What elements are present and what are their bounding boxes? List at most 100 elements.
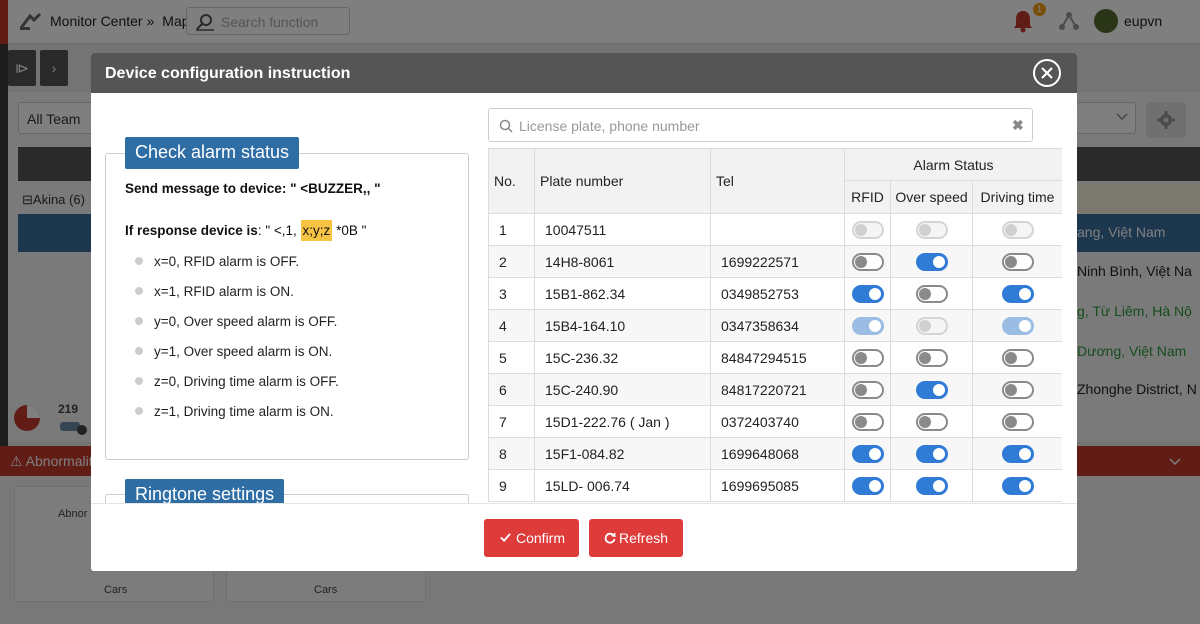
table-row[interactable]: 5 15C-236.32 84847294515 [488, 341, 1062, 374]
response-prefix: : " <,1, [257, 223, 297, 238]
cell-no: 8 [488, 437, 535, 470]
table-row[interactable]: 4 15B4-164.10 0347358634 [488, 309, 1062, 342]
cell-driving-time [972, 373, 1062, 406]
col-header-no: No. [488, 148, 535, 214]
table-row[interactable]: 3 15B1-862.34 0349852753 [488, 277, 1062, 310]
toggle-knob [1004, 223, 1017, 236]
cell-plate: 14H8-8061 [534, 245, 711, 278]
cell-no: 5 [488, 341, 535, 374]
toggle-knob [932, 447, 945, 460]
table-row[interactable]: 1 10047511 [488, 213, 1062, 246]
bullet-text: y=1, Over speed alarm is ON. [154, 344, 333, 359]
device-table-body: 1 10047511 2 14H8-8061 1699222571 3 15B1-862.3… [488, 213, 1062, 502]
toggle-knob [868, 479, 881, 492]
over-speed-toggle[interactable] [915, 348, 948, 367]
rfid-toggle[interactable] [851, 252, 884, 271]
cell-tel: 1699695085 [710, 469, 845, 502]
cell-tel: 0349852753 [710, 277, 845, 310]
plate-search[interactable]: ✖ [488, 108, 1033, 142]
toggle-knob [1004, 383, 1017, 396]
send-message-text: Send message to device: " <BUZZER,, " [125, 181, 381, 196]
modal-header: Device configuration instruction [91, 53, 1077, 93]
response-text: If response device is: " <,1, x;y;z *0B … [125, 220, 366, 241]
cell-tel: 84817220721 [710, 373, 845, 406]
close-button[interactable] [1033, 59, 1061, 87]
bullet-text: z=0, Driving time alarm is OFF. [154, 374, 339, 389]
cell-rfid [844, 373, 891, 406]
driving-time-toggle[interactable] [1001, 252, 1034, 271]
toggle-knob [854, 383, 867, 396]
toggle-knob [932, 479, 945, 492]
confirm-label: Confirm [516, 530, 566, 546]
cell-rfid [844, 405, 891, 438]
driving-time-toggle[interactable] [1001, 348, 1034, 367]
rfid-toggle [851, 220, 884, 239]
cell-rfid [844, 341, 891, 374]
rfid-toggle[interactable] [851, 380, 884, 399]
check-alarm-heading: Check alarm status [125, 137, 300, 169]
cell-plate: 15F1-084.82 [534, 437, 711, 470]
table-row[interactable]: 7 15D1-222.76 ( Jan ) 0372403740 [488, 405, 1062, 438]
cell-over-speed [890, 277, 973, 310]
cell-tel: 0372403740 [710, 405, 845, 438]
cell-rfid [844, 437, 891, 470]
cell-over-speed [890, 437, 973, 470]
col-header-plate: Plate number [534, 148, 711, 214]
refresh-button[interactable]: Refresh [589, 519, 683, 557]
cell-over-speed [890, 341, 973, 374]
driving-time-toggle[interactable] [1001, 412, 1034, 431]
search-icon [499, 119, 513, 133]
clear-search-icon[interactable]: ✖ [1012, 117, 1024, 133]
rfid-toggle[interactable] [851, 284, 884, 303]
over-speed-toggle[interactable] [915, 444, 948, 463]
confirm-button[interactable]: Confirm [484, 519, 579, 557]
cell-plate: 15B1-862.34 [534, 277, 711, 310]
refresh-icon [604, 532, 616, 544]
toggle-knob [854, 223, 867, 236]
cell-no: 2 [488, 245, 535, 278]
bullet-dot-icon [135, 407, 143, 415]
toggle-knob [1004, 351, 1017, 364]
toggle-knob [854, 351, 867, 364]
driving-time-toggle[interactable] [1001, 380, 1034, 399]
close-icon [1041, 67, 1053, 79]
toggle-knob [868, 287, 881, 300]
driving-time-toggle [1001, 316, 1034, 335]
device-table-scroll[interactable]: No. Plate number Tel Alarm Status RFID O… [488, 148, 1062, 503]
toggle-knob [918, 319, 931, 332]
cell-driving-time [972, 309, 1062, 342]
cell-driving-time [972, 245, 1062, 278]
driving-time-toggle[interactable] [1001, 444, 1034, 463]
cell-over-speed [890, 245, 973, 278]
cell-no: 1 [488, 213, 535, 246]
over-speed-toggle[interactable] [915, 252, 948, 271]
bullet-text: y=0, Over speed alarm is OFF. [154, 314, 338, 329]
plate-search-input[interactable] [519, 115, 999, 137]
rfid-toggle[interactable] [851, 444, 884, 463]
toggle-knob [1018, 287, 1031, 300]
modal-body: Check alarm status Send message to devic… [91, 93, 1077, 503]
bullet-item: y=0, Over speed alarm is OFF. [135, 314, 337, 329]
over-speed-toggle[interactable] [915, 284, 948, 303]
cell-driving-time [972, 405, 1062, 438]
toggle-knob [868, 319, 881, 332]
over-speed-toggle[interactable] [915, 412, 948, 431]
table-row[interactable]: 9 15LD- 006.74 1699695085 [488, 469, 1062, 502]
rfid-toggle[interactable] [851, 476, 884, 495]
cell-rfid [844, 213, 891, 246]
rfid-toggle[interactable] [851, 348, 884, 367]
rfid-toggle[interactable] [851, 412, 884, 431]
over-speed-toggle[interactable] [915, 380, 948, 399]
toggle-knob [1018, 479, 1031, 492]
col-header-tel: Tel [710, 148, 845, 214]
cell-tel: 1699648068 [710, 437, 845, 470]
driving-time-toggle[interactable] [1001, 476, 1034, 495]
table-row[interactable]: 6 15C-240.90 84817220721 [488, 373, 1062, 406]
over-speed-toggle[interactable] [915, 476, 948, 495]
driving-time-toggle[interactable] [1001, 284, 1034, 303]
table-row[interactable]: 2 14H8-8061 1699222571 [488, 245, 1062, 278]
cell-no: 7 [488, 405, 535, 438]
table-row[interactable]: 8 15F1-084.82 1699648068 [488, 437, 1062, 470]
cell-over-speed [890, 309, 973, 342]
device-config-modal: Device configuration instruction Check a… [91, 53, 1077, 571]
